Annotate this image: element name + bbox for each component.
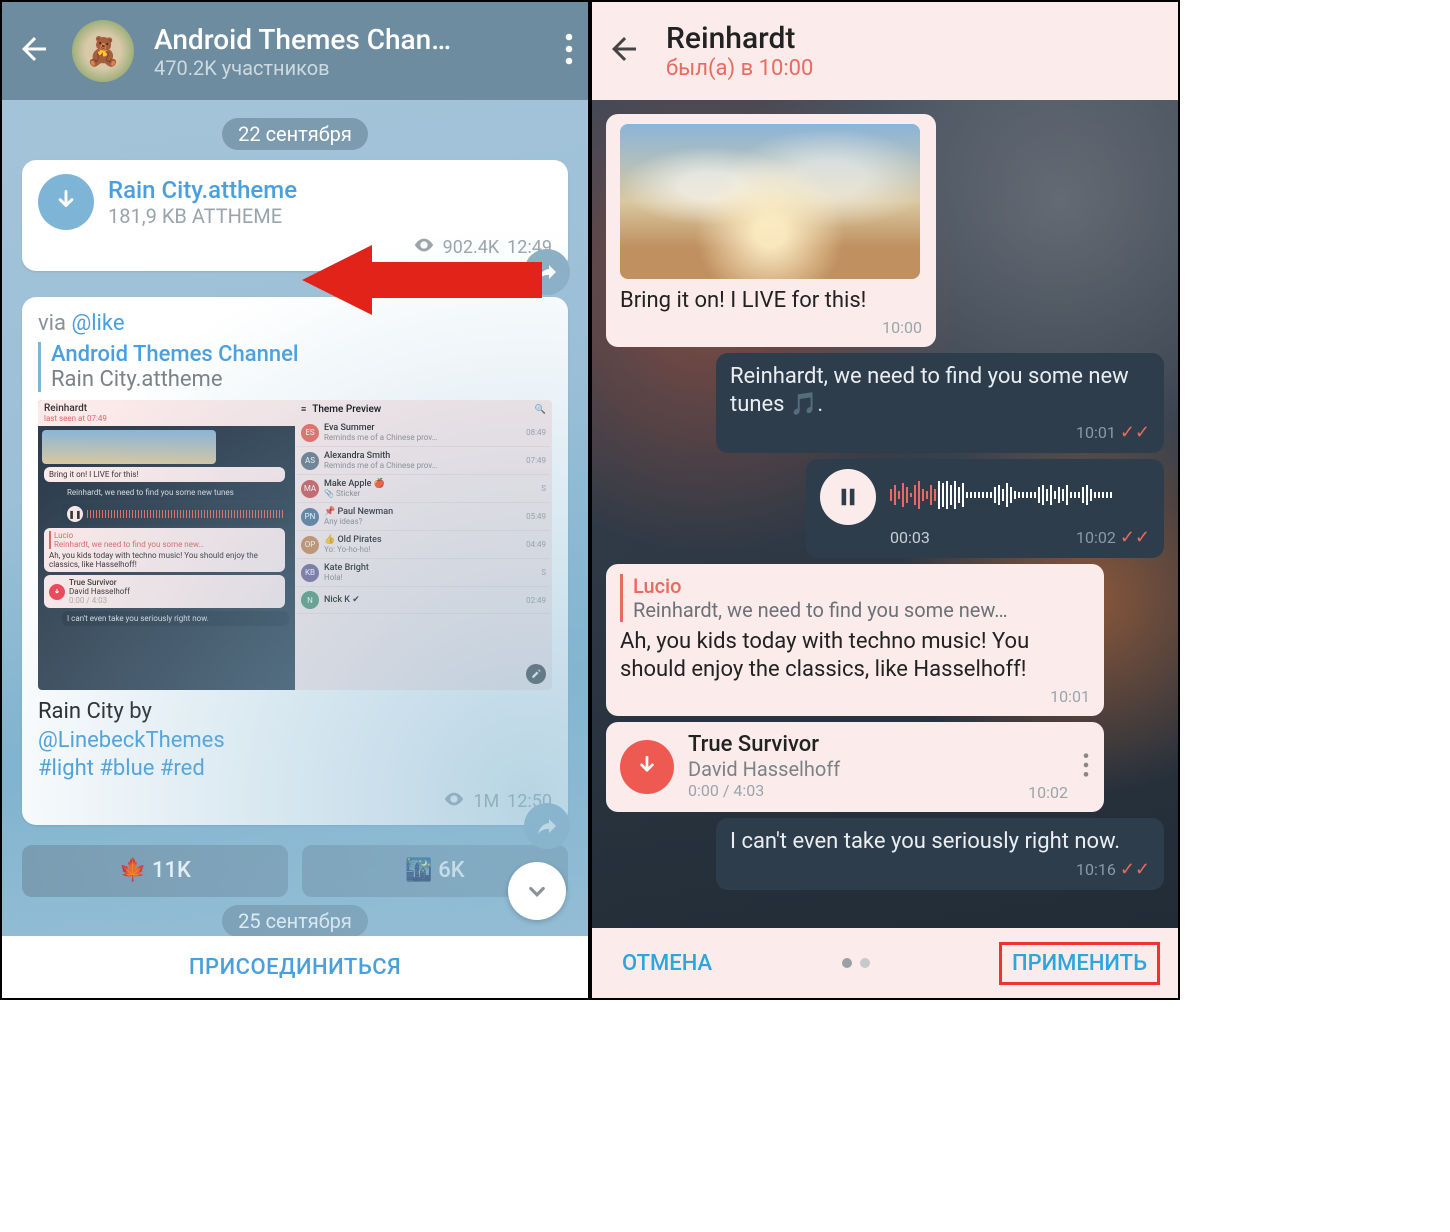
- join-button[interactable]: ПРИСОЕДИНИТЬСЯ: [2, 936, 588, 998]
- quote-text: Rain City.attheme: [51, 367, 552, 392]
- quote-source: Android Themes Channel: [51, 342, 552, 367]
- more-icon[interactable]: [1082, 751, 1090, 783]
- download-icon[interactable]: [620, 740, 674, 794]
- reaction-row: 🍁 11K 🌃 6K: [22, 845, 568, 897]
- outgoing-message[interactable]: Reinhardt, we need to find you some new …: [716, 353, 1164, 453]
- page-dot: [842, 958, 852, 968]
- download-icon[interactable]: [38, 174, 94, 230]
- apply-button[interactable]: ПРИМЕНИТЬ: [1012, 951, 1147, 976]
- contact-name: Reinhardt: [666, 21, 813, 56]
- file-name: Rain City.attheme: [108, 176, 297, 204]
- message-time: 10:00: [620, 318, 922, 337]
- theme-preview-screen: Reinhardt был(а) в 10:00 Bring it on! I …: [590, 0, 1180, 1000]
- post-message[interactable]: via @like Android Themes Channel Rain Ci…: [22, 297, 568, 825]
- outgoing-voice-message[interactable]: 00:03 10:02✓✓: [806, 459, 1164, 558]
- message-text: Reinhardt, we need to find you some new …: [730, 363, 1150, 420]
- header-text[interactable]: Android Themes Chan… 470.2K участников: [154, 23, 544, 80]
- message-time: 10:02: [1076, 528, 1116, 547]
- photo-attachment[interactable]: [620, 124, 920, 279]
- preview-chat-list: ESEva SummerReminds me of a Chinese prov…: [295, 419, 552, 614]
- chat-body[interactable]: 22 сентября Rain City.attheme 181,9 KB A…: [2, 100, 588, 936]
- reply-reference[interactable]: Lucio Reinhardt, we need to find you som…: [620, 574, 1090, 622]
- channel-title: Android Themes Chan…: [154, 23, 544, 56]
- incoming-audio-message[interactable]: True Survivor David Hasselhoff 0:00 / 4:…: [606, 722, 1104, 812]
- back-icon[interactable]: [16, 31, 52, 71]
- preview-footer: ОТМЕНА ПРИМЕНИТЬ: [592, 928, 1178, 998]
- callout-arrow: [302, 240, 542, 324]
- header-text[interactable]: Reinhardt был(а) в 10:00: [666, 21, 813, 81]
- hashtags[interactable]: #light #blue #red: [38, 756, 205, 781]
- pause-button[interactable]: [820, 469, 876, 525]
- page-dot: [860, 958, 870, 968]
- back-icon[interactable]: [606, 31, 642, 71]
- message-time: 10:02: [1028, 783, 1068, 802]
- channel-header: 🧸 Android Themes Chan… 470.2K участников: [2, 2, 588, 100]
- incoming-photo-message[interactable]: Bring it on! I LIVE for this! 10:00: [606, 114, 936, 347]
- subscriber-count: 470.2K участников: [154, 56, 544, 80]
- waveform[interactable]: [890, 479, 1150, 515]
- date-separator: 22 сентября: [222, 118, 368, 150]
- read-checks-icon: ✓✓: [1120, 422, 1150, 443]
- song-title: True Survivor: [688, 732, 1068, 757]
- reaction-button-1[interactable]: 🍁 11K: [22, 845, 288, 897]
- views-icon: [443, 788, 465, 815]
- date-separator: 25 сентября: [222, 905, 368, 936]
- quoted-message[interactable]: Android Themes Channel Rain City.attheme: [38, 342, 552, 392]
- more-icon[interactable]: [564, 31, 574, 71]
- message-text: Ah, you kids today with techno music! Yo…: [620, 628, 1090, 685]
- message-text: Bring it on! I LIVE for this!: [620, 287, 922, 316]
- apply-highlight: ПРИМЕНИТЬ: [999, 942, 1160, 985]
- reply-sender: Lucio: [633, 574, 1090, 598]
- telegram-channel-screen: 🧸 Android Themes Chan… 470.2K участников…: [0, 0, 590, 1000]
- page-indicator: [842, 958, 870, 968]
- message-time: 10:01: [620, 687, 1090, 706]
- file-meta: 181,9 KB ATTHEME: [108, 204, 297, 228]
- song-artist: David Hasselhoff: [688, 757, 1068, 781]
- message-time: 10:01: [1076, 423, 1116, 442]
- channel-avatar[interactable]: 🧸: [72, 20, 134, 82]
- chat-body[interactable]: Bring it on! I LIVE for this! 10:00 Rein…: [592, 100, 1178, 928]
- chat-header: Reinhardt был(а) в 10:00: [592, 2, 1178, 100]
- post-caption: Rain City by @LinebeckThemes #light #blu…: [38, 698, 552, 784]
- song-duration: 0:00 / 4:03: [688, 781, 764, 802]
- share-button[interactable]: [524, 803, 570, 849]
- incoming-reply-message[interactable]: Lucio Reinhardt, we need to find you som…: [606, 564, 1104, 716]
- voice-elapsed: 00:03: [890, 528, 930, 547]
- read-checks-icon: ✓✓: [1120, 859, 1150, 880]
- author-link[interactable]: @LinebeckThemes: [38, 728, 225, 753]
- reply-preview: Reinhardt, we need to find you some new…: [633, 598, 1090, 622]
- message-time: 10:16: [1076, 860, 1116, 879]
- scroll-down-button[interactable]: [508, 862, 566, 920]
- outgoing-message[interactable]: I can't even take you seriously right no…: [716, 818, 1164, 890]
- last-seen-status: был(а) в 10:00: [666, 56, 813, 81]
- read-checks-icon: ✓✓: [1120, 527, 1150, 548]
- theme-preview-image[interactable]: Reinhardtlast seen at 07:49 Bring it on!…: [38, 400, 552, 690]
- view-count: 1M: [473, 791, 499, 812]
- message-text: I can't even take you seriously right no…: [730, 828, 1150, 857]
- cancel-button[interactable]: ОТМЕНА: [622, 951, 712, 976]
